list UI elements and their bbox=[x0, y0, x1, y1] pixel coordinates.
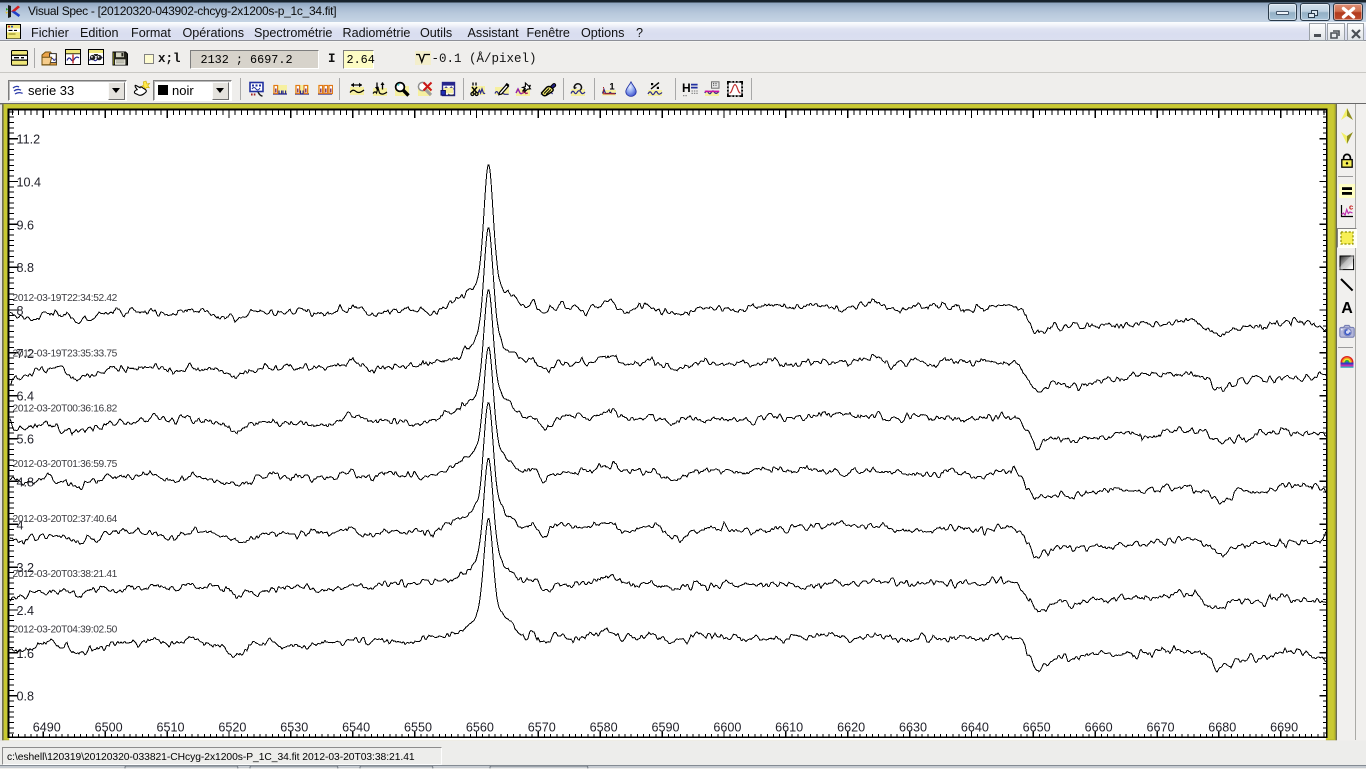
svg-text:6690: 6690 bbox=[1270, 721, 1298, 735]
svg-text:2012-03-19T22:34:52.42: 2012-03-19T22:34:52.42 bbox=[13, 293, 118, 304]
svg-text:6610: 6610 bbox=[775, 721, 803, 735]
svg-text:A: A bbox=[1341, 300, 1353, 315]
svg-text:6630: 6630 bbox=[899, 721, 927, 735]
svg-text:6560: 6560 bbox=[466, 721, 494, 735]
svg-text:6500: 6500 bbox=[95, 721, 123, 735]
svg-text:2012-03-20T04:39:02.50: 2012-03-20T04:39:02.50 bbox=[13, 624, 118, 635]
svg-text:11.2: 11.2 bbox=[17, 133, 41, 147]
svg-text:6510: 6510 bbox=[156, 721, 184, 735]
svg-text:5.6: 5.6 bbox=[17, 433, 35, 447]
svg-text:2012-03-20T03:38:21.41: 2012-03-20T03:38:21.41 bbox=[13, 569, 118, 580]
svg-text:2012-03-20T00:36:16.82: 2012-03-20T00:36:16.82 bbox=[13, 404, 118, 415]
svg-text:8.8: 8.8 bbox=[17, 261, 35, 275]
svg-text:6570: 6570 bbox=[528, 721, 556, 735]
svg-text:6530: 6530 bbox=[280, 721, 308, 735]
svg-text:6590: 6590 bbox=[651, 721, 679, 735]
svg-text:4.8: 4.8 bbox=[17, 475, 35, 489]
svg-text:6520: 6520 bbox=[218, 721, 246, 735]
svg-text:6640: 6640 bbox=[961, 721, 989, 735]
svg-text:8: 8 bbox=[17, 304, 24, 318]
svg-text:6680: 6680 bbox=[1208, 721, 1236, 735]
svg-text:6600: 6600 bbox=[713, 721, 741, 735]
svg-text:2012-03-20T02:37:40.64: 2012-03-20T02:37:40.64 bbox=[13, 514, 118, 525]
svg-text:6490: 6490 bbox=[33, 721, 61, 735]
svg-text:6550: 6550 bbox=[404, 721, 432, 735]
svg-text:6580: 6580 bbox=[590, 721, 618, 735]
svg-text:2012-03-20T01:36:59.75: 2012-03-20T01:36:59.75 bbox=[13, 459, 118, 470]
svg-text:H: H bbox=[682, 81, 691, 95]
svg-text:10.4: 10.4 bbox=[17, 176, 42, 190]
svg-text:6670: 6670 bbox=[1146, 721, 1174, 735]
svg-text:6540: 6540 bbox=[342, 721, 370, 735]
svg-text:2012-03-19T23:35:33.75: 2012-03-19T23:35:33.75 bbox=[13, 348, 118, 359]
svg-text:6.4: 6.4 bbox=[17, 390, 35, 404]
svg-text:6650: 6650 bbox=[1023, 721, 1051, 735]
svg-text:9.6: 9.6 bbox=[17, 218, 35, 232]
svg-text:c: c bbox=[1349, 203, 1353, 212]
svg-text:6660: 6660 bbox=[1085, 721, 1113, 735]
svg-text:0.8: 0.8 bbox=[17, 690, 35, 704]
svg-text:1: 1 bbox=[609, 81, 614, 92]
svg-text:6620: 6620 bbox=[837, 721, 865, 735]
svg-text:1.6: 1.6 bbox=[17, 647, 35, 661]
svg-text:2.4: 2.4 bbox=[17, 604, 35, 618]
